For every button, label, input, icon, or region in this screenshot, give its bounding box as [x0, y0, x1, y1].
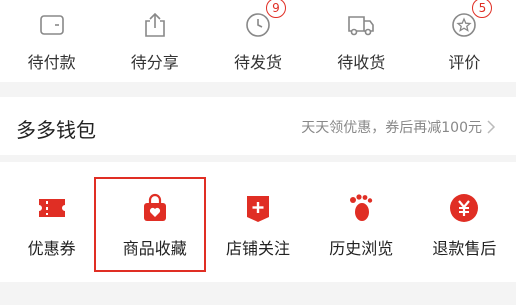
order-pending-shipment-label: 待发货	[234, 53, 283, 72]
order-pending-receipt[interactable]: 待收货	[310, 0, 413, 82]
wallet-promo-text: 天天领优惠，券后再减100元	[301, 120, 482, 136]
chevron-right-icon	[487, 120, 496, 134]
order-pending-payment-label: 待付款	[27, 53, 76, 72]
order-review[interactable]: 5 评价	[413, 0, 516, 82]
truck-icon	[348, 16, 375, 36]
share-icon	[144, 12, 165, 37]
service-favorites-label: 商品收藏	[122, 239, 187, 258]
service-history[interactable]: 历史浏览	[310, 162, 413, 282]
service-followed-shops[interactable]: 店铺关注	[206, 162, 309, 282]
order-review-label: 评价	[448, 53, 481, 72]
service-coupons-label: 优惠券	[27, 239, 76, 258]
shop-follow-icon	[247, 196, 269, 222]
service-followed-shops-label: 店铺关注	[226, 239, 291, 258]
footprint-icon	[350, 194, 373, 221]
service-history-label: 历史浏览	[329, 239, 394, 258]
wallet-promo[interactable]: 天天领优惠，券后再减100元	[301, 117, 496, 137]
service-coupons[interactable]: 优惠券	[0, 162, 103, 282]
service-favorites[interactable]: 商品收藏	[103, 162, 206, 282]
review-count-badge: 5	[472, 0, 493, 18]
wallet-title: 多多钱包	[16, 118, 96, 142]
order-pending-share-label: 待分享	[130, 53, 179, 72]
order-pending-payment[interactable]: 待付款	[0, 0, 103, 82]
refund-icon	[450, 194, 479, 222]
order-status-bar: 待付款 待分享 9 待发货 待收货 5 评价	[0, 0, 516, 82]
shipment-count-badge: 9	[266, 0, 286, 18]
bag-heart-icon	[143, 193, 166, 221]
order-pending-shipment[interactable]: 9 待发货	[206, 0, 309, 82]
service-refunds[interactable]: 退款售后	[413, 162, 516, 282]
wallet-icon	[39, 15, 64, 35]
services-bar: 优惠券 商品收藏 店铺关注 历史浏览 退款售后	[0, 162, 516, 282]
order-pending-receipt-label: 待收货	[337, 53, 386, 72]
order-pending-share[interactable]: 待分享	[103, 0, 206, 82]
service-refunds-label: 退款售后	[432, 239, 497, 258]
clock-icon	[246, 13, 270, 37]
coupon-icon	[38, 199, 65, 217]
wallet-row[interactable]: 多多钱包 天天领优惠，券后再减100元	[0, 97, 516, 155]
